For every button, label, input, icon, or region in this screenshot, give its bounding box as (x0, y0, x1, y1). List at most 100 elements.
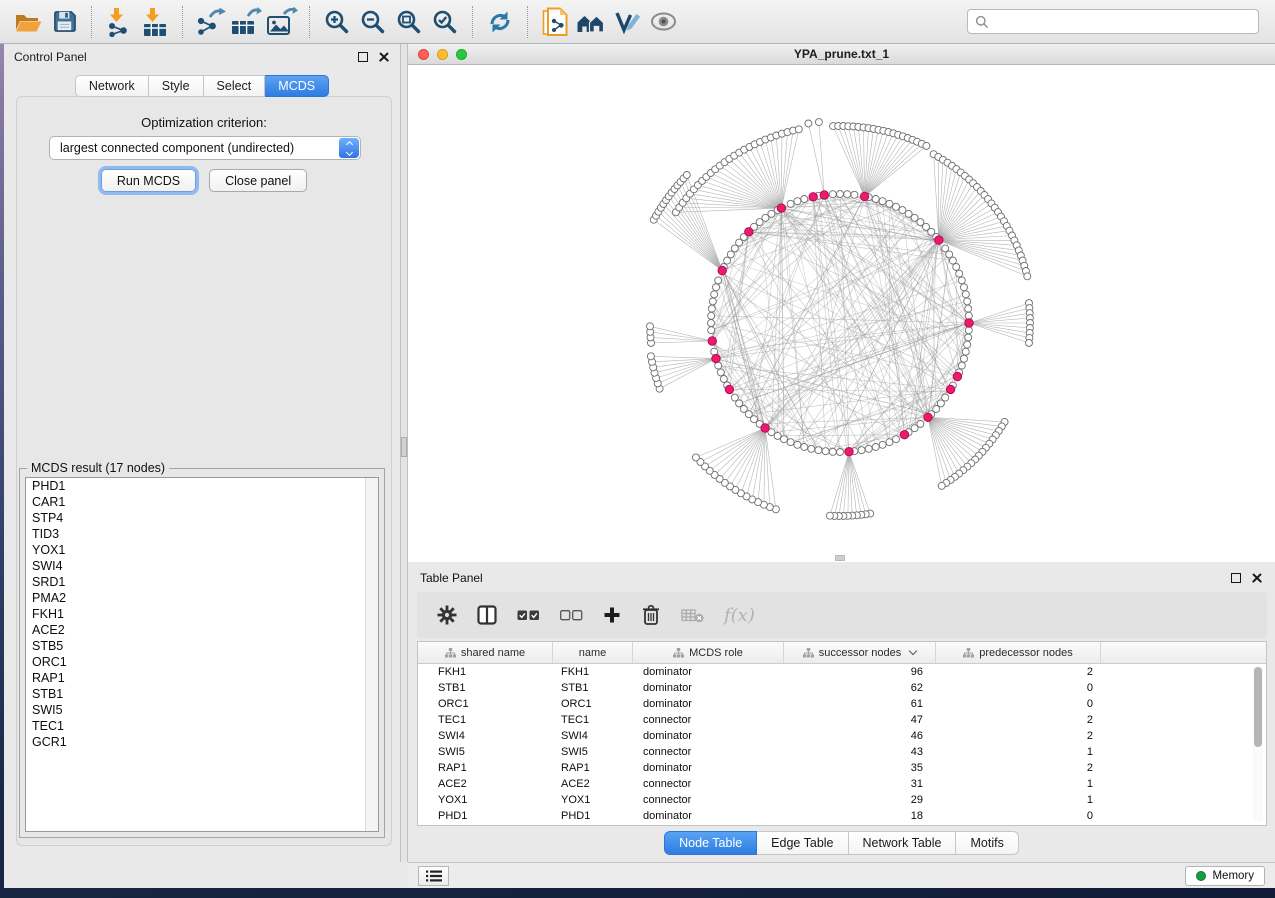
open-session-icon[interactable] (10, 6, 46, 38)
network-canvas[interactable] (408, 65, 1275, 562)
column-header-MCDS-role[interactable]: MCDS role (633, 642, 784, 663)
table-cell[interactable]: 2 (936, 762, 1101, 774)
column-header-predecessor-nodes[interactable]: predecessor nodes (936, 642, 1101, 663)
mcds-result-item[interactable]: GCR1 (26, 734, 378, 750)
deselect-all-icon[interactable] (560, 600, 583, 630)
table-cell[interactable]: 2 (936, 714, 1101, 726)
optimization-criterion-select[interactable]: largest connected component (undirected) (49, 136, 361, 160)
import-table-icon[interactable] (137, 6, 173, 38)
table-cell[interactable]: dominator (633, 810, 784, 822)
mcds-result-item[interactable]: STP4 (26, 510, 378, 526)
table-cell[interactable]: YOX1 (418, 794, 553, 806)
tab-network-table[interactable]: Network Table (849, 831, 957, 855)
select-all-icon[interactable] (517, 600, 540, 630)
mcds-result-item[interactable]: TID3 (26, 526, 378, 542)
table-cell[interactable]: SWI5 (418, 746, 553, 758)
table-cell[interactable]: connector (633, 714, 784, 726)
mcds-result-item[interactable]: ACE2 (26, 622, 378, 638)
scrollbar-thumb[interactable] (1254, 667, 1262, 747)
table-row[interactable]: ORC1ORC1dominator610 (418, 696, 1266, 712)
table-cell[interactable]: 47 (784, 714, 936, 726)
mcds-result-item[interactable]: TEC1 (26, 718, 378, 734)
table-cell[interactable]: 0 (936, 810, 1101, 822)
mcds-result-list[interactable]: PHD1CAR1STP4TID3YOX1SWI4SRD1PMA2FKH1ACE2… (25, 477, 379, 832)
run-mcds-button[interactable]: Run MCDS (101, 169, 196, 192)
column-header-shared-name[interactable]: shared name (418, 642, 553, 663)
table-cell[interactable]: STB1 (418, 682, 553, 694)
table-row[interactable]: PHD1PHD1dominator180 (418, 808, 1266, 824)
table-row[interactable]: ACE2ACE2connector311 (418, 776, 1266, 792)
table-cell[interactable]: dominator (633, 698, 784, 710)
table-row[interactable]: STB1STB1dominator620 (418, 680, 1266, 696)
sort-chevron-icon[interactable] (909, 647, 917, 655)
tab-style[interactable]: Style (149, 75, 204, 97)
tab-mcds[interactable]: MCDS (265, 75, 329, 97)
table-cell[interactable]: dominator (633, 666, 784, 678)
table-cell[interactable]: STB1 (553, 682, 633, 694)
table-cell[interactable]: 1 (936, 746, 1101, 758)
table-cell[interactable]: dominator (633, 682, 784, 694)
table-cell[interactable]: YOX1 (553, 794, 633, 806)
mcds-result-item[interactable]: STB1 (26, 686, 378, 702)
table-cell[interactable]: 35 (784, 762, 936, 774)
search-box[interactable] (967, 9, 1259, 34)
column-header-successor-nodes[interactable]: successor nodes (784, 642, 936, 663)
table-cell[interactable]: 2 (936, 666, 1101, 678)
apply-style-icon[interactable] (609, 6, 645, 38)
export-network-icon[interactable] (192, 6, 228, 38)
column-header-name[interactable]: name (553, 642, 633, 663)
canvas-splitter-handle[interactable] (835, 555, 845, 561)
show-panel-list-button[interactable] (418, 866, 449, 886)
close-panel-icon[interactable] (378, 51, 390, 63)
tab-select[interactable]: Select (204, 75, 266, 97)
table-cell[interactable]: 96 (784, 666, 936, 678)
table-row[interactable]: SWI5SWI5connector431 (418, 744, 1266, 760)
table-cell[interactable]: RAP1 (418, 762, 553, 774)
table-cell[interactable]: RAP1 (553, 762, 633, 774)
show-networks-icon[interactable] (573, 6, 609, 38)
table-vertical-scrollbar[interactable] (1253, 667, 1263, 821)
table-cell[interactable]: 1 (936, 794, 1101, 806)
mcds-result-item[interactable]: SRD1 (26, 574, 378, 590)
mcds-result-item[interactable]: STB5 (26, 638, 378, 654)
refresh-view-icon[interactable] (482, 6, 518, 38)
close-table-panel-icon[interactable] (1251, 572, 1263, 584)
search-input[interactable] (994, 15, 1251, 29)
table-cell[interactable]: 61 (784, 698, 936, 710)
export-image-icon[interactable] (264, 6, 300, 38)
table-cell[interactable]: 31 (784, 778, 936, 790)
table-cell[interactable]: dominator (633, 730, 784, 742)
mcds-result-item[interactable]: RAP1 (26, 670, 378, 686)
mcds-result-item[interactable]: ORC1 (26, 654, 378, 670)
import-network-icon[interactable] (101, 6, 137, 38)
table-cell[interactable]: PHD1 (418, 810, 553, 822)
table-cell[interactable]: 2 (936, 730, 1101, 742)
mcds-result-item[interactable]: SWI4 (26, 558, 378, 574)
zoom-selected-icon[interactable] (427, 6, 463, 38)
table-cell[interactable]: connector (633, 746, 784, 758)
table-cell[interactable]: SWI4 (553, 730, 633, 742)
mcds-result-item[interactable]: YOX1 (26, 542, 378, 558)
add-column-icon[interactable] (603, 600, 621, 630)
close-window-icon[interactable] (418, 49, 429, 60)
table-cell[interactable]: 0 (936, 698, 1101, 710)
mcds-result-item[interactable]: FKH1 (26, 606, 378, 622)
tab-network[interactable]: Network (75, 75, 149, 97)
show-graphics-details-icon[interactable] (645, 6, 681, 38)
table-cell[interactable]: TEC1 (418, 714, 553, 726)
float-table-panel-icon[interactable] (1231, 573, 1241, 583)
save-session-icon[interactable] (46, 6, 82, 38)
table-cell[interactable]: 1 (936, 778, 1101, 790)
mcds-result-item[interactable]: PHD1 (26, 478, 378, 494)
tab-node-table[interactable]: Node Table (664, 831, 757, 855)
close-panel-button[interactable]: Close panel (209, 169, 307, 192)
tab-motifs[interactable]: Motifs (956, 831, 1018, 855)
float-panel-icon[interactable] (358, 52, 368, 62)
zoom-in-icon[interactable] (319, 6, 355, 38)
table-cell[interactable]: 43 (784, 746, 936, 758)
new-network-from-file-icon[interactable] (537, 6, 573, 38)
zoom-out-icon[interactable] (355, 6, 391, 38)
table-cell[interactable]: dominator (633, 762, 784, 774)
table-row[interactable]: RAP1RAP1dominator352 (418, 760, 1266, 776)
table-cell[interactable]: SWI5 (553, 746, 633, 758)
